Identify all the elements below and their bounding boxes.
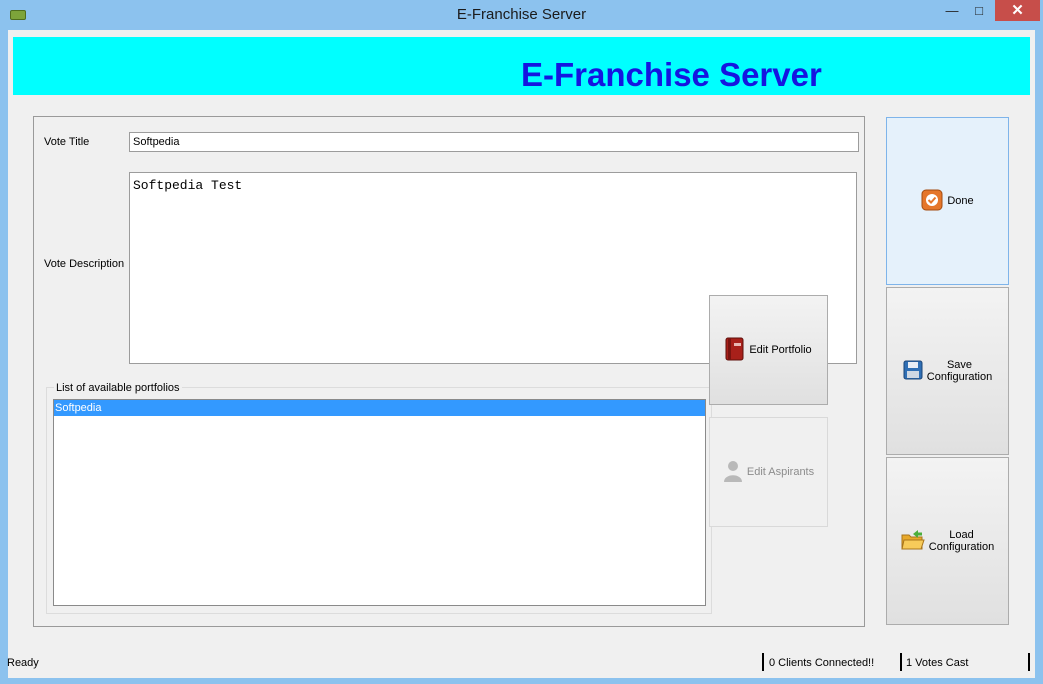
- minimize-button[interactable]: —: [937, 0, 967, 21]
- load-configuration-label-line2: Configuration: [928, 541, 995, 553]
- status-separator: [1028, 653, 1030, 671]
- vote-title-input[interactable]: Softpedia: [129, 132, 859, 152]
- client-area: E-Franchise Server Vote Title Softpedia …: [7, 30, 1035, 678]
- maximize-button[interactable]: □: [964, 0, 994, 21]
- checkmark-icon: [921, 189, 943, 214]
- load-configuration-label-line1: Load: [949, 529, 974, 541]
- portfolios-group: List of available portfolios Softpedia: [46, 382, 712, 614]
- status-votes-cast: 1 Votes Cast: [906, 657, 969, 669]
- banner-title: E-Franchise Server: [521, 56, 822, 93]
- floppy-disk-icon: [903, 360, 923, 383]
- edit-aspirants-button[interactable]: Edit Aspirants: [709, 417, 828, 527]
- title-bar[interactable]: E-Franchise Server — □ ✕: [0, 0, 1043, 30]
- window-title: E-Franchise Server: [456, 6, 587, 23]
- status-separator: [900, 653, 902, 671]
- edit-portfolio-label: Edit Portfolio: [749, 344, 812, 356]
- portfolios-caption: List of available portfolios: [54, 382, 182, 394]
- vote-description-label: Vote Description: [44, 258, 125, 270]
- app-window: E-Franchise Server — □ ✕ E-Franchise Ser…: [0, 0, 1043, 684]
- portfolios-list[interactable]: Softpedia: [53, 399, 706, 606]
- list-item[interactable]: Softpedia: [54, 400, 705, 416]
- person-icon: [723, 459, 743, 486]
- edit-portfolio-button[interactable]: Edit Portfolio: [709, 295, 828, 405]
- save-configuration-button[interactable]: Save Configuration: [886, 287, 1009, 455]
- edit-aspirants-label: Edit Aspirants: [746, 466, 815, 478]
- done-label: Done: [947, 195, 974, 207]
- done-button[interactable]: Done: [886, 117, 1009, 285]
- header-banner: E-Franchise Server: [13, 37, 1030, 95]
- load-configuration-label: Load Configuration: [929, 529, 994, 553]
- status-bar: Ready 0 Clients Connected!! 1 Votes Cast: [7, 650, 1035, 678]
- vote-title-label: Vote Title: [44, 136, 90, 148]
- status-ready: Ready: [7, 657, 39, 669]
- status-separator: [762, 653, 764, 671]
- close-button[interactable]: ✕: [995, 0, 1040, 21]
- save-configuration-label-line1: Save: [946, 359, 973, 371]
- load-configuration-button[interactable]: Load Configuration: [886, 457, 1009, 625]
- save-configuration-label-line2: Configuration: [926, 371, 993, 383]
- save-configuration-label: Save Configuration: [927, 359, 992, 383]
- status-clients-connected: 0 Clients Connected!!: [769, 657, 875, 669]
- portfolio-book-icon: [725, 337, 745, 364]
- open-folder-icon: [901, 529, 925, 554]
